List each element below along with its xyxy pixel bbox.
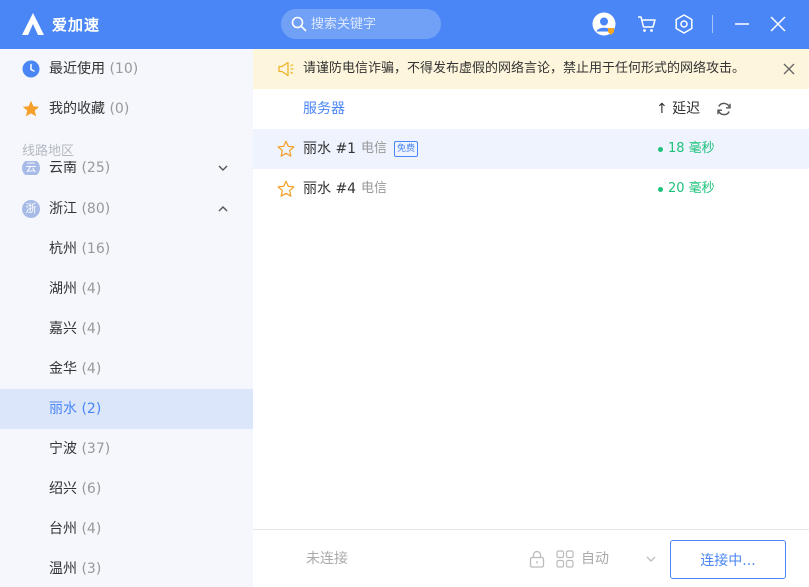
lock-icon[interactable] — [529, 550, 545, 568]
sidebar-item-count: (25) — [81, 161, 111, 175]
sidebar-item-zhejiang[interactable]: 浙 浙江 (80) — [0, 189, 253, 229]
notice-text: 请谨防电信诈骗，不得发布虚假的网络言论，禁止用于任何形式的网络攻击。 — [303, 61, 746, 76]
close-notice-icon[interactable] — [783, 63, 795, 75]
sidebar-item-city[interactable]: 杭州 (16) — [0, 229, 253, 269]
sidebar-item-city[interactable]: 湖州 (4) — [0, 269, 253, 309]
province-badge: 云 — [22, 161, 40, 175]
server-isp: 电信 — [361, 141, 388, 156]
sidebar-item-count: (4) — [81, 321, 102, 337]
megaphone-icon — [278, 61, 294, 77]
footer-bar: 未连接 自动 连接中... — [253, 529, 809, 587]
sidebar-item-label: 我的收藏 — [49, 101, 105, 117]
header-divider — [712, 15, 713, 33]
sidebar-item-count: (10) — [109, 61, 139, 77]
server-name: 丽水 #4 — [303, 181, 357, 197]
chevron-up-icon[interactable] — [216, 202, 230, 216]
sidebar-item-city[interactable]: 绍兴 (6) — [0, 469, 253, 509]
sidebar-item-city[interactable]: 嘉兴 (4) — [0, 309, 253, 349]
refresh-icon[interactable] — [716, 101, 732, 117]
sidebar: 最近使用 (10) 我的收藏 (0) 线路地区 云 云南 (25) 浙 浙江 (… — [0, 49, 253, 587]
sidebar-item-label: 温州 — [49, 561, 77, 577]
sidebar-item-city[interactable]: 温州 (3) — [0, 549, 253, 587]
mode-select[interactable]: 自动 — [581, 530, 609, 587]
sidebar-item-city[interactable]: 台州 (4) — [0, 509, 253, 549]
sidebar-item-count: (4) — [81, 521, 102, 537]
column-latency-sort[interactable]: ↑ 延迟 — [656, 89, 700, 129]
latency-value: 18 毫秒 — [668, 141, 715, 156]
star-outline-icon[interactable] — [277, 180, 295, 198]
connection-status: 未连接 — [306, 551, 348, 567]
column-server-header[interactable]: 服务器 — [303, 89, 345, 129]
chevron-down-icon[interactable] — [645, 553, 657, 565]
notice-bar: 请谨防电信诈骗，不得发布虚假的网络言论，禁止用于任何形式的网络攻击。 — [253, 49, 809, 89]
sidebar-item-city[interactable]: 宁波 (37) — [0, 429, 253, 469]
server-name: 丽水 #1 — [303, 141, 357, 157]
clock-icon — [22, 60, 40, 78]
app-logo-icon — [22, 13, 44, 35]
sidebar-item-count: (6) — [81, 481, 102, 497]
sidebar-item-label: 杭州 — [49, 241, 77, 257]
cart-icon[interactable] — [635, 12, 659, 36]
latency-dot — [658, 187, 663, 192]
server-isp: 电信 — [361, 181, 388, 196]
sidebar-item-label: 台州 — [49, 521, 77, 537]
section-label: 线路地区 — [22, 144, 75, 159]
sidebar-item-label: 宁波 — [49, 441, 77, 457]
sidebar-item-label: 金华 — [49, 361, 77, 377]
table-row[interactable]: 丽水 #4 电信 20 毫秒 — [253, 169, 809, 209]
sidebar-item-count: (37) — [81, 441, 111, 457]
sidebar-item-label: 湖州 — [49, 281, 77, 297]
sidebar-item-count: (80) — [81, 201, 111, 217]
sidebar-item-label: 丽水 — [49, 401, 77, 417]
close-icon[interactable] — [766, 12, 790, 36]
chevron-down-icon — [218, 165, 228, 171]
sidebar-item-label: 绍兴 — [49, 481, 77, 497]
sidebar-item-label: 浙江 — [49, 201, 77, 217]
table-row[interactable]: 丽水 #1 电信 免费 18 毫秒 — [253, 129, 809, 169]
grid-icon[interactable] — [556, 550, 574, 568]
title-bar: 爱加速 — [0, 0, 809, 49]
sidebar-item-count: (3) — [81, 561, 102, 577]
latency-dot — [658, 147, 663, 152]
sidebar-item-yunnan[interactable]: 云 云南 (25) — [0, 161, 253, 175]
search-input[interactable] — [311, 14, 433, 34]
sidebar-item-city[interactable]: 金华 (4) — [0, 349, 253, 389]
server-list-header: 服务器 ↑ 延迟 — [253, 89, 809, 129]
app-title: 爱加速 — [52, 16, 101, 34]
sidebar-item-count: (2) — [81, 401, 102, 417]
star-icon — [22, 100, 40, 117]
sidebar-item-count: (4) — [81, 281, 102, 297]
search-icon — [291, 16, 307, 32]
sidebar-item-label: 嘉兴 — [49, 321, 77, 337]
connect-button[interactable]: 连接中... — [670, 540, 786, 579]
sidebar-item-label: 云南 — [49, 161, 77, 175]
sidebar-item-count: (16) — [81, 241, 111, 257]
sidebar-item-favorites[interactable]: 我的收藏 (0) — [0, 89, 253, 129]
sidebar-item-label: 最近使用 — [49, 61, 105, 77]
user-avatar-icon[interactable] — [592, 12, 616, 36]
star-outline-icon[interactable] — [277, 140, 295, 158]
minimize-icon[interactable] — [730, 12, 754, 36]
sidebar-item-count: (4) — [81, 361, 102, 377]
province-badge: 浙 — [22, 200, 40, 218]
free-badge: 免费 — [394, 141, 419, 157]
sidebar-item-recent[interactable]: 最近使用 (10) — [0, 49, 253, 89]
search-box[interactable] — [281, 9, 441, 39]
latency-value: 20 毫秒 — [668, 181, 715, 196]
sidebar-item-city-selected[interactable]: 丽水 (2) — [0, 389, 253, 429]
gear-icon[interactable] — [672, 12, 696, 36]
sidebar-item-count: (0) — [109, 101, 130, 117]
